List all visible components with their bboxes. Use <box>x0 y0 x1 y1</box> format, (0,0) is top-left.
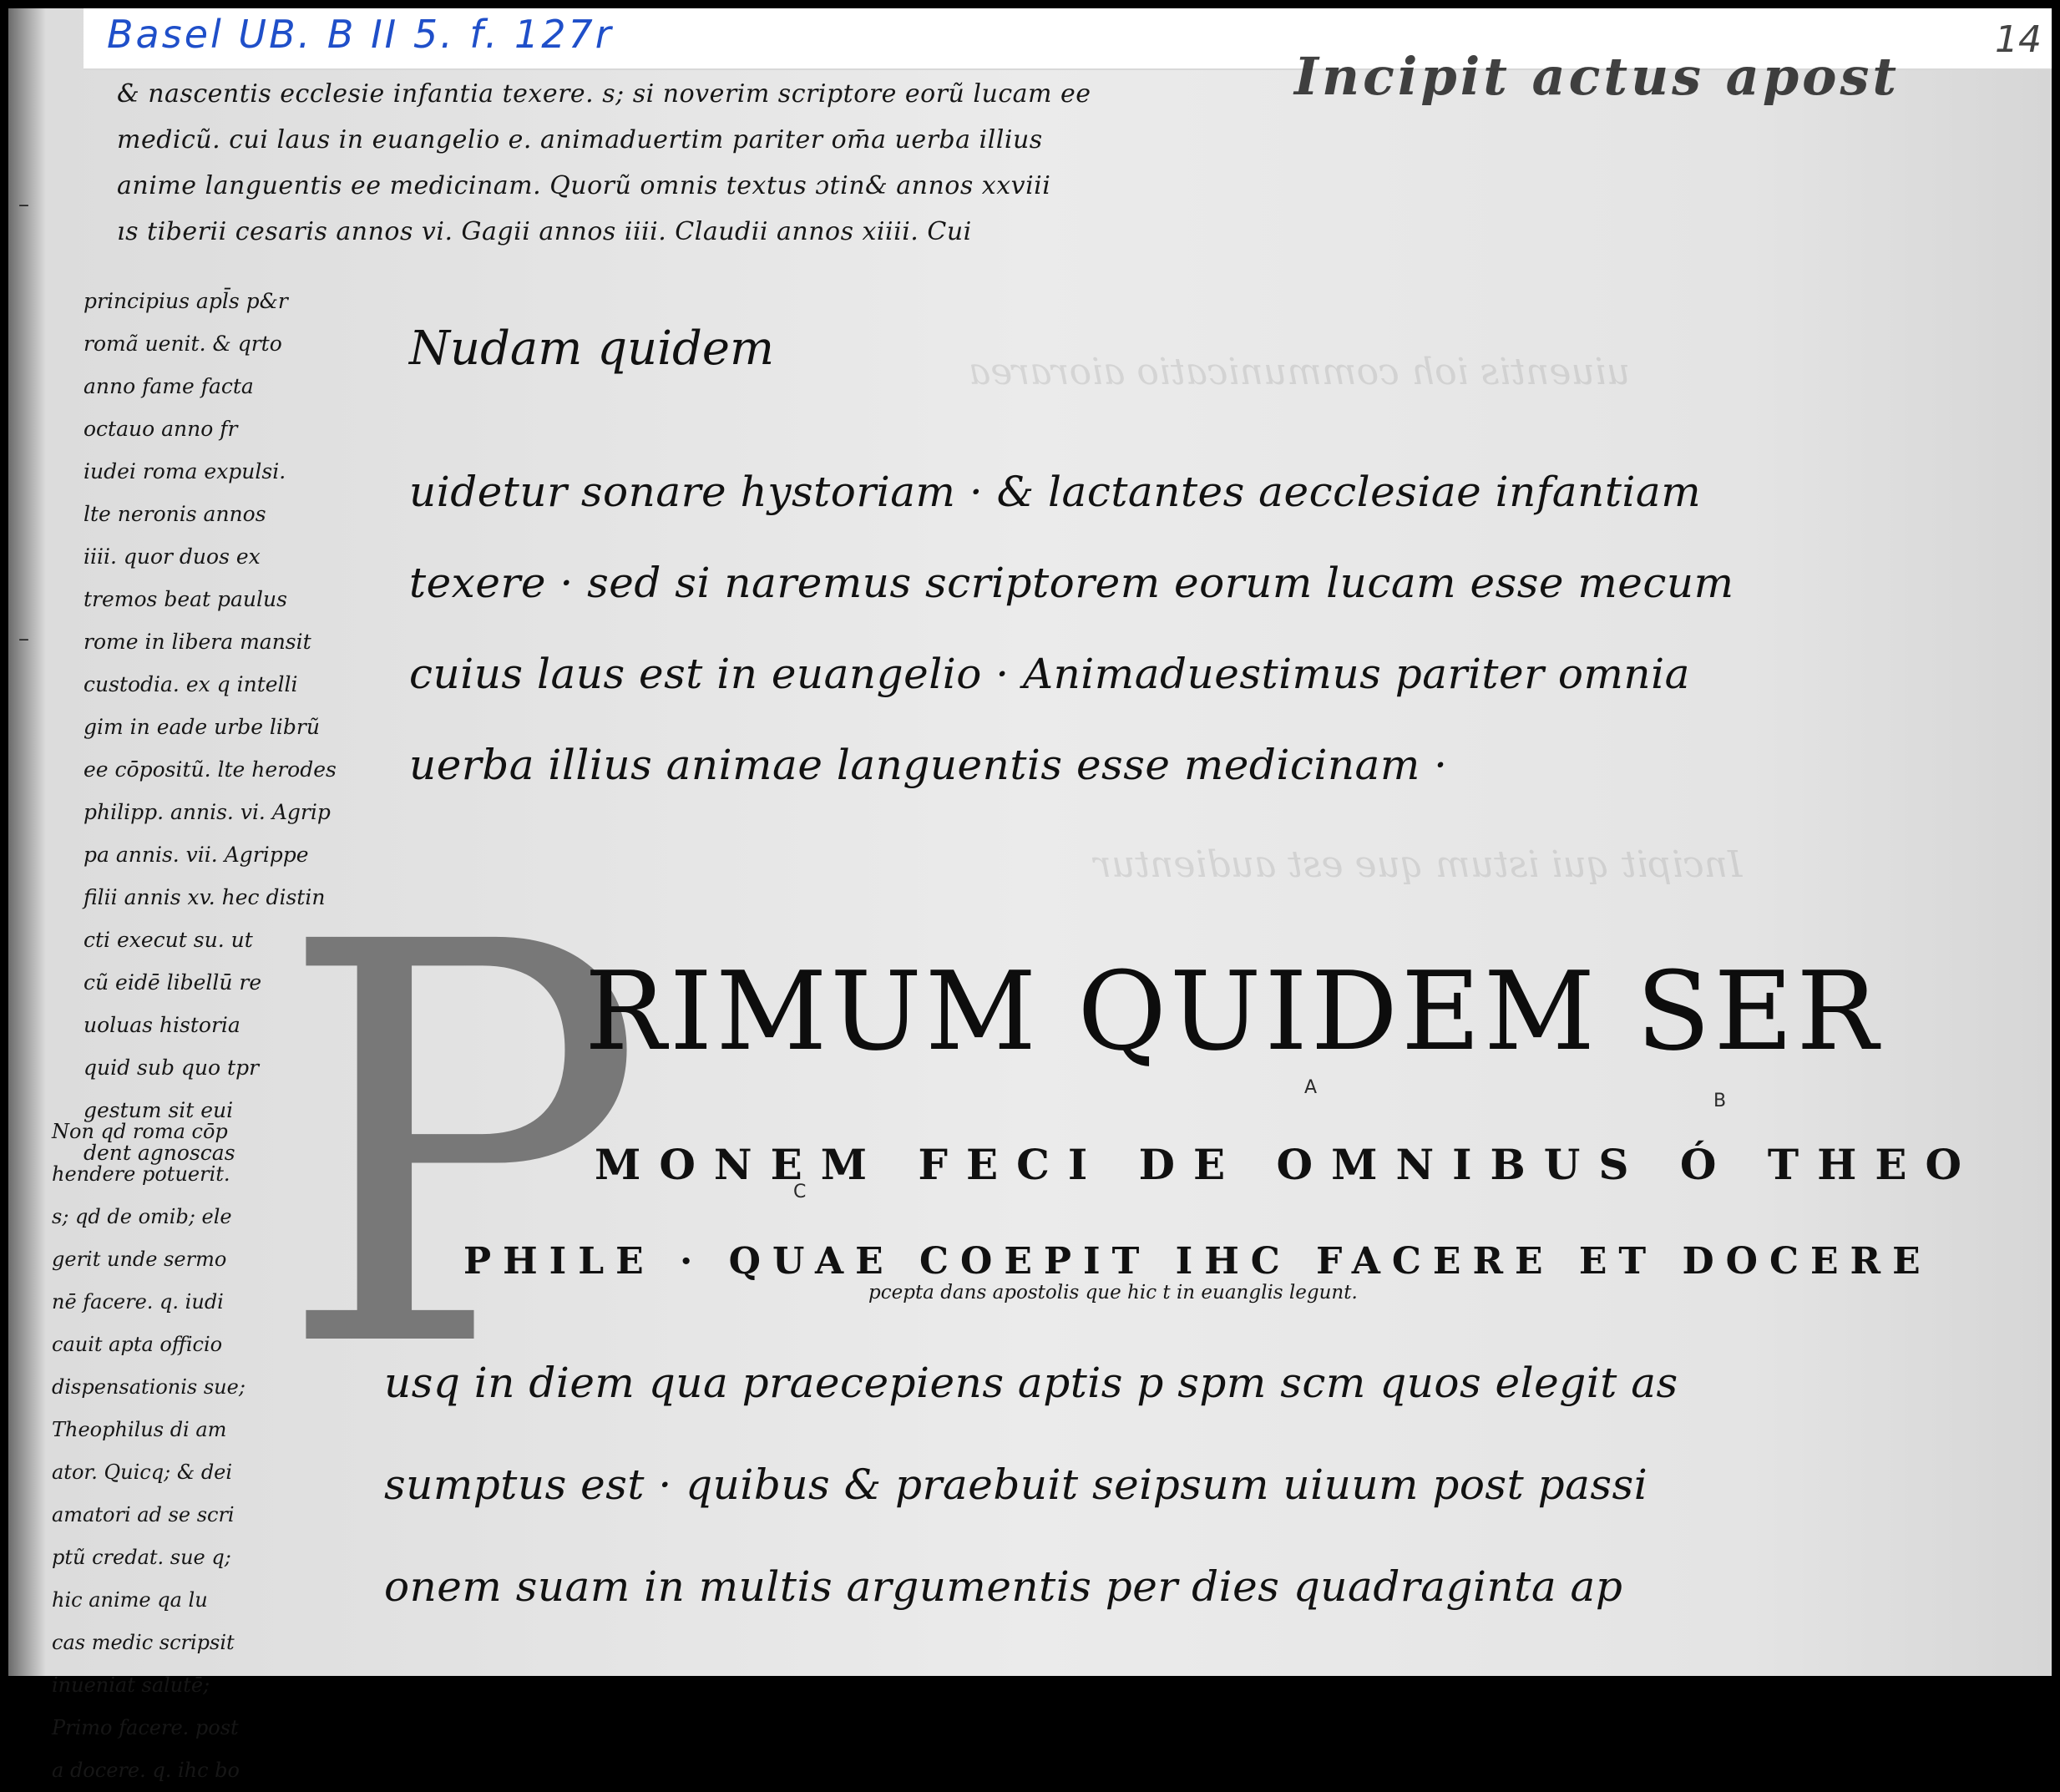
gloss-line: tremos beat paulus <box>84 587 287 611</box>
prologue-line: & nascentis ecclesie infantia texere. s;… <box>117 79 1091 109</box>
gloss-line: lte neronis annos <box>84 502 266 526</box>
uncial-line-2: PHILE · QUAE COEPIT IHC FACERE ET DOCERE <box>463 1240 1932 1283</box>
marker-b: B <box>1713 1091 1727 1111</box>
main-text-line: uidetur sonare hystoriam · & lactantes a… <box>409 468 1702 516</box>
gloss-line: ptũ credat. sue q; <box>52 1546 231 1569</box>
gloss-line: a docere. q. ihc bo <box>52 1759 240 1782</box>
show-through-ink: uiuentis ioh communicatio aiorarea <box>969 351 1631 393</box>
main-text-line: texere · sed si naremus scriptorem eorum… <box>409 559 1734 607</box>
lower-text-line: usq in diem qua praecepiens aptis p spm … <box>384 1359 1678 1407</box>
lower-text-line: sumptus est · quibus & praebuit seipsum … <box>384 1460 1648 1509</box>
uncial-line-1: MONEM FECI DE OMNIBUS Ó THEO <box>595 1140 1980 1189</box>
main-text-line: uerba illius animae languentis esse medi… <box>409 741 1448 789</box>
archive-reference-label: Basel UB. B II 5. f. 127r <box>107 12 614 57</box>
prologue-line: ıs tiberii cesaris annos vi. Gagii annos… <box>117 217 972 246</box>
prologue-text-block: & nascentis ecclesie infantia texere. s;… <box>117 71 1253 255</box>
lower-text-block: usq in diem qua praecepiens aptis p spm … <box>384 1332 1678 1638</box>
gloss-line: romã uenit. & qrto <box>84 332 282 356</box>
incipit-text: Nudam quidem <box>409 321 775 376</box>
gloss-line: octauo anno fr <box>84 417 238 441</box>
prologue-line: anime languentis ee medicinam. Quorũ omn… <box>117 171 1051 200</box>
gloss-line: custodia. ex q intelli <box>84 672 298 696</box>
gloss-line: iudei roma expulsi. <box>84 459 286 483</box>
gloss-line: Primo facere. post <box>52 1716 239 1739</box>
interlinear-gloss: pcepta dans apostolis que hic t in euang… <box>868 1282 1358 1304</box>
incipit-heading-fragment: Incipit actus apost <box>1294 46 1901 107</box>
gloss-line: anno fame facta <box>84 374 254 398</box>
gloss-line: iiii. quor duos ex <box>84 544 261 569</box>
prologue-line: medicũ. cui laus in euangelio e. animadu… <box>117 125 1043 154</box>
marker-a: A <box>1304 1077 1318 1098</box>
gloss-line: hic anime qa lu <box>52 1588 208 1612</box>
gloss-line: amatori ad se scri <box>52 1503 235 1526</box>
gloss-line: inueniat salutē; <box>52 1673 210 1697</box>
gloss-line: cas medic scripsit <box>52 1631 235 1654</box>
capitals-line: RIMUM QUIDEM SER <box>585 948 1882 1075</box>
lower-text-line: onem suam in multis argumentis per dies … <box>384 1562 1623 1611</box>
gloss-line: rome in libera mansit <box>84 630 311 654</box>
main-text-line: cuius laus est in euangelio · Animaduest… <box>409 650 1690 698</box>
show-through-ink: Incipit qui istum que est audientur <box>1094 843 1743 886</box>
folio-number: 14 <box>1995 18 2042 61</box>
gloss-line: principius apl̄s p&r <box>84 289 288 313</box>
gloss-line: gim in eade urbe librũ <box>84 715 320 739</box>
main-text-block: uidetur sonare hystoriam · & lactantes a… <box>409 447 1734 811</box>
gloss-line: ee cōpositũ. lte herodes <box>84 757 337 782</box>
